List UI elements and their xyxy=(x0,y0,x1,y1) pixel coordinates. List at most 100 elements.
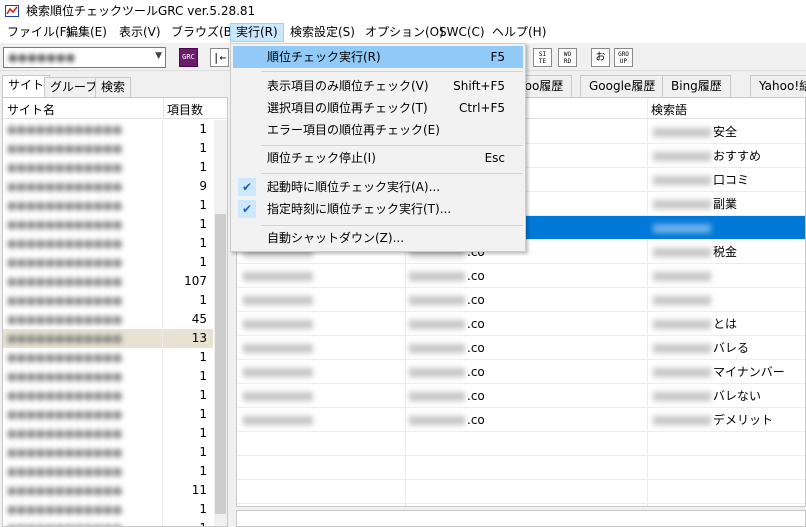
site-list-row[interactable]: ●●●●●●●●●●●● 11 xyxy=(3,481,213,500)
blurred-site-cell xyxy=(243,272,313,281)
site-list-row[interactable]: ●●●●●●●●●●●● 1 xyxy=(3,405,213,424)
menu-item-shortcut: Esc xyxy=(484,151,505,165)
rank-grid-row[interactable]: .co バレない xyxy=(237,384,805,408)
site-item-count: 11 xyxy=(191,483,207,497)
site-name: ●●●●●●●●●●●● xyxy=(7,219,123,230)
rank-grid-row[interactable] xyxy=(237,456,805,480)
rank-grid-row[interactable]: .co バレる xyxy=(237,336,805,360)
site-item-count: 1 xyxy=(199,464,207,478)
rank-grid-row[interactable] xyxy=(237,480,805,504)
menu-search-settings[interactable]: 検索設定(S) xyxy=(285,23,360,42)
menu-edit[interactable]: 編集(E) xyxy=(61,23,112,42)
site-list-row[interactable]: ●●●●●●●●●●●● 1 xyxy=(3,253,213,272)
keyword-text: とは xyxy=(713,317,738,331)
tab-yahoo-result[interactable]: Yahoo!結 xyxy=(750,75,806,97)
menu-item-run-check[interactable]: 順位チェック実行(R) F5 xyxy=(233,46,523,68)
site-name: ●●●●●●●●●●●● xyxy=(7,352,123,363)
site-button[interactable]: SI TE xyxy=(533,48,552,67)
site-list-row[interactable]: ●●●●●●●●●●●● 1 xyxy=(3,139,213,158)
site-item-count: 1 xyxy=(167,519,207,526)
site-list-row[interactable]: ●●●●●●●●●●●● 1 xyxy=(3,500,213,519)
menu-item-stop-check[interactable]: 順位チェック停止(I) Esc xyxy=(233,147,523,169)
menu-item-recheck-errors[interactable]: エラー項目の順位再チェック(E) xyxy=(233,119,523,141)
site-item-count: 1 xyxy=(199,122,207,136)
site-name: ●●●●●●●●●●●● xyxy=(7,409,123,420)
site-item-count: 1 xyxy=(199,502,207,516)
keyword-text: 副業 xyxy=(713,197,738,211)
site-item-count: 45 xyxy=(191,312,207,326)
keyword-text: バレない xyxy=(713,389,762,403)
menu-run[interactable]: 実行(R) xyxy=(230,23,284,42)
blurred-keyword-cell xyxy=(653,416,711,425)
hiragana-o-button[interactable]: お xyxy=(591,48,610,67)
site-item-count: 13 xyxy=(191,331,207,345)
site-item-count: 107 xyxy=(184,274,207,288)
column-keyword[interactable]: 検索語 xyxy=(651,101,687,118)
rank-grid-row[interactable]: .co マイナンバー xyxy=(237,360,805,384)
group-button[interactable]: GRO UP xyxy=(614,48,633,67)
tab-google-history[interactable]: Google履歴 xyxy=(580,75,665,97)
site-item-count: 1 xyxy=(199,445,207,459)
site-list-row[interactable]: ●●●●●●●●●●●● 45 xyxy=(3,310,213,329)
site-name: ●●●●●●●●●●●● xyxy=(7,181,123,192)
rank-grid-row[interactable] xyxy=(237,432,805,456)
rank-grid-row[interactable]: .co xyxy=(237,288,805,312)
site-select[interactable]: ●●●●●●● ▼ xyxy=(3,47,166,68)
rank-grid-row[interactable]: .co xyxy=(237,264,805,288)
menu-separator xyxy=(261,71,523,72)
site-list-row[interactable]: ●●●●●●●●●●●● 1 xyxy=(3,158,213,177)
site-name: ●●●●●●●●●●●● xyxy=(7,371,123,382)
site-list-row[interactable]: ●●●●●●●●●●●● 1 xyxy=(3,386,213,405)
site-list-row[interactable]: ●●●●●●●●●●●● 1 xyxy=(3,234,213,253)
blurred-url-cell xyxy=(409,416,465,425)
site-name: ●●●●●●●●●●●● xyxy=(7,485,123,496)
tab-site[interactable]: サイト xyxy=(2,75,51,97)
menu-item-recheck-selected[interactable]: 選択項目の順位再チェック(T) Ctrl+F5 xyxy=(233,97,523,119)
site-list-row[interactable]: ●●●●●●●●●●●● 1 xyxy=(3,424,213,443)
site-list-row[interactable]: ●●●●●●●●●●●● 9 xyxy=(3,177,213,196)
go-first-icon[interactable]: |← xyxy=(210,48,229,67)
site-name: ●●●●●●●●●●●● xyxy=(7,390,123,401)
rank-grid-row[interactable]: .co デメリット xyxy=(237,408,805,432)
menu-item-run-at-time[interactable]: ✔ 指定時刻に順位チェック実行(T)... xyxy=(233,198,523,220)
site-list-row[interactable]: ●●●●●●●●●●●● 1 xyxy=(3,367,213,386)
url-suffix: .co xyxy=(467,317,485,331)
menu-item-auto-shutdown[interactable]: 自動シャットダウン(Z)... xyxy=(233,227,523,249)
site-list-row[interactable]: ●●●●●●●●●●●● 1 xyxy=(3,443,213,462)
tab-search[interactable]: 検索 xyxy=(95,77,132,97)
menu-swc[interactable]: SWC(C) xyxy=(434,23,490,42)
site-list-row[interactable]: ●●●●●●●●●●●● 13 xyxy=(3,329,213,348)
menu-item-shortcut: F5 xyxy=(490,50,505,64)
blurred-site-cell xyxy=(243,392,313,401)
site-name: ●●●●●●●●●●●● xyxy=(7,143,123,154)
site-list-row[interactable]: ●●●●●●●●●●●● 1 xyxy=(3,215,213,234)
site-list-row[interactable]: ●●●●●●●●●●●● 107 xyxy=(3,272,213,291)
site-name: ●●●●●●●●●●●● xyxy=(7,238,123,249)
menu-view[interactable]: 表示(V) xyxy=(114,23,166,42)
site-list-row[interactable]: ●●●●●●●●●●●● 1 xyxy=(3,120,213,139)
site-list-row[interactable]: ●●●●●●●●●●●● 1 xyxy=(3,519,213,526)
word-button[interactable]: WO RD xyxy=(558,48,577,67)
keyword-text: 安全 xyxy=(713,125,738,139)
site-name: ●●●●●●●●●●●● xyxy=(7,466,123,477)
column-item-count[interactable]: 項目数 xyxy=(167,101,203,118)
menu-item-label: 表示項目のみ順位チェック(V) xyxy=(267,79,429,93)
site-item-count: 1 xyxy=(199,160,207,174)
site-list-row[interactable]: ●●●●●●●●●●●● 1 xyxy=(3,348,213,367)
menu-item-run-on-startup[interactable]: ✔ 起動時に順位チェック実行(A)... xyxy=(233,176,523,198)
site-list-row[interactable]: ●●●●●●●●●●●● 1 xyxy=(3,291,213,310)
site-name: ●●●●●●●●●●●● xyxy=(7,200,123,211)
tab-bing-history[interactable]: Bing履歴 xyxy=(662,75,731,97)
site-name: ●●●●●●●●●●●● xyxy=(7,124,123,135)
site-list-row[interactable]: ●●●●●●●●●●●● 1 xyxy=(3,196,213,215)
menu-help[interactable]: ヘルプ(H) xyxy=(487,23,551,42)
menu-item-check-visible[interactable]: 表示項目のみ順位チェック(V) Shift+F5 xyxy=(233,75,523,97)
grc-button[interactable]: GRC xyxy=(179,48,198,67)
rank-grid-row[interactable]: .co とは xyxy=(237,312,805,336)
scrollbar-thumb[interactable] xyxy=(215,214,226,514)
site-list-scrollbar[interactable] xyxy=(214,120,227,526)
keyword-text: マイナンバー xyxy=(713,365,785,379)
site-list-row[interactable]: ●●●●●●●●●●●● 1 xyxy=(3,462,213,481)
blurred-keyword-cell xyxy=(653,320,711,329)
column-site-name[interactable]: サイト名 xyxy=(7,101,55,118)
